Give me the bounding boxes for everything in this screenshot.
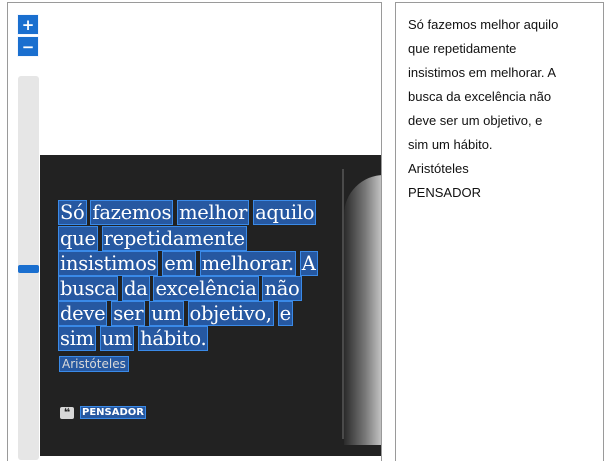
ocr-word: deve — [57, 301, 108, 326]
zoom-out-button[interactable]: − — [17, 36, 39, 57]
ocr-word: excelência — [153, 276, 259, 301]
ocr-word: objetivo, — [187, 301, 274, 326]
ocr-word: repetidamente — [101, 226, 247, 251]
text-line: Só fazemos melhor aquilo — [408, 17, 559, 32]
text-line: Aristóteles — [408, 161, 469, 176]
ocr-word: aquilo — [253, 200, 317, 225]
text-line: busca da excelência não — [408, 89, 552, 104]
text-line: PENSADOR — [408, 185, 481, 200]
ocr-word: melhorar. — [199, 251, 296, 276]
ocr-word: fazemos — [90, 200, 174, 225]
ocr-word: busca — [57, 276, 119, 301]
ocr-word: sim — [58, 326, 96, 351]
ocr-word: um — [99, 326, 135, 351]
quote-line: deve ser um objetivo, e — [57, 301, 293, 326]
statue-image — [344, 175, 381, 445]
zoom-slider-handle[interactable] — [18, 265, 39, 273]
ocr-word: em — [162, 251, 196, 276]
quote-line: insistimos em melhorar. A — [57, 251, 318, 276]
ocr-word: melhor — [177, 200, 250, 225]
zoom-in-button[interactable]: + — [17, 14, 39, 35]
text-line: insistimos em melhorar. A — [408, 65, 557, 80]
quote-line: sim um hábito. — [58, 326, 209, 351]
extracted-text-panel[interactable]: Só fazemos melhor aquilo que repetidamen… — [395, 2, 604, 461]
quote-image: Só fazemos melhor aquilo que repetidamen… — [40, 155, 381, 456]
ocr-word: A — [299, 251, 318, 276]
quote-line: Só fazemos melhor aquilo — [58, 200, 317, 225]
ocr-word: hábito. — [138, 326, 209, 351]
ocr-word: não — [262, 276, 302, 301]
ocr-word: ser — [111, 301, 146, 326]
ocr-word: um — [149, 301, 184, 326]
brand-label: PENSADOR — [80, 406, 146, 419]
ocr-word: insistimos — [57, 251, 159, 276]
ocr-word: e — [277, 301, 293, 326]
ocr-word: da — [122, 276, 150, 301]
text-line: que repetidamente — [408, 41, 517, 56]
ocr-word: que — [58, 226, 98, 251]
quote-line: busca da excelência não — [57, 276, 302, 301]
text-line: sim um hábito. — [408, 137, 493, 152]
ocr-word: Só — [58, 200, 87, 225]
author-label: Aristóteles — [59, 356, 129, 372]
text-line: deve ser um objetivo, e — [408, 113, 543, 128]
image-viewer: + − Só fazemos melhor aquilo que repetid… — [7, 2, 382, 461]
quote-icon: ❝ — [60, 407, 74, 419]
quote-line: que repetidamente — [58, 226, 247, 251]
